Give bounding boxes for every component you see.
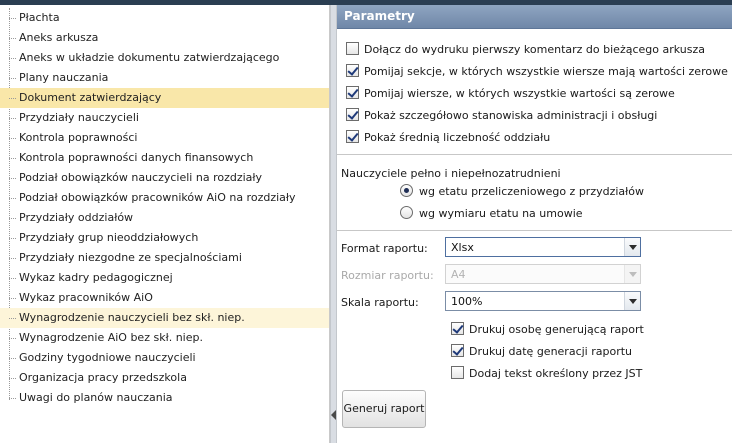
radio-icon[interactable] (400, 206, 413, 219)
parameters-panel: Parametry Dołącz do wydruku pierwszy kom… (337, 5, 732, 443)
teachers-section-label: Nauczyciele pełno i niepełnozatrudnieni (341, 167, 561, 180)
tree-item-dokument-zatwierdzajacy[interactable]: Dokument zatwierdzający (0, 88, 329, 108)
checkbox-checked-icon[interactable] (346, 64, 359, 77)
tree-item-plany-nauczania[interactable]: Plany nauczania (0, 68, 329, 88)
tree-item-przydzialy-nauczycieli[interactable]: Przydziały nauczycieli (0, 108, 329, 128)
checkbox-checked-icon[interactable] (451, 322, 464, 335)
radio-selected-icon[interactable] (400, 184, 413, 197)
parameters-header: Parametry (337, 5, 732, 29)
size-value: A4 (451, 268, 466, 281)
checkbox-icon[interactable] (451, 366, 464, 379)
radio-wymiar-etatu[interactable]: wg wymiaru etatu na umowie (400, 206, 583, 224)
radio-etat-przeliczeniowy[interactable]: wg etatu przeliczeniowego z przydziałów (400, 184, 644, 202)
tree-item-organizacja-przedszkola[interactable]: Organizacja pracy przedszkola (0, 368, 329, 388)
format-select[interactable]: Xlsx (445, 237, 641, 257)
tree-item-kontrola-finansowa[interactable]: Kontrola poprawności danych finansowych (0, 148, 329, 168)
tree-item-kontrola-poprawnosci[interactable]: Kontrola poprawności (0, 128, 329, 148)
tree-item-plachta[interactable]: Płachta (0, 8, 329, 28)
tree-item-aneks-uklad[interactable]: Aneks w układzie dokumentu zatwierdzając… (0, 48, 329, 68)
size-select: A4 (445, 264, 641, 284)
collapse-arrow-icon[interactable] (331, 410, 336, 420)
tree-item-wynagrodzenie-aio[interactable]: Wynagrodzenie AiO bez skł. niep. (0, 328, 329, 348)
tree-item-uwagi-plany[interactable]: Uwagi do planów nauczania (0, 388, 329, 408)
checkbox-icon[interactable] (346, 42, 359, 55)
tree-item-aneks-arkusza[interactable]: Aneks arkusza (0, 28, 329, 48)
chevron-down-icon[interactable] (624, 238, 640, 256)
option-show-admin-positions[interactable]: Pokaż szczegółowo stanowiska administrac… (346, 108, 657, 126)
report-tree: Płachta Aneks arkusza Aneks w układzie d… (0, 8, 329, 408)
generate-report-button[interactable]: Generuj raport (342, 390, 426, 428)
panel-splitter[interactable] (330, 5, 337, 443)
checkbox-checked-icon[interactable] (451, 344, 464, 357)
tree-item-przydzialy-grup[interactable]: Przydziały grup nieoddziałowych (0, 228, 329, 248)
option-skip-zero-rows[interactable]: Pomijaj wiersze, w których wszystkie war… (346, 86, 675, 104)
format-value: Xlsx (451, 241, 474, 254)
format-label: Format raportu: (341, 242, 428, 255)
parameters-title: Parametry (344, 9, 415, 23)
option-print-date[interactable]: Drukuj datę generacji raportu (451, 344, 632, 362)
section-divider (337, 230, 732, 231)
tree-item-godziny-tygodniowe[interactable]: Godziny tygodniowe nauczycieli (0, 348, 329, 368)
section-divider (337, 154, 732, 155)
scale-value: 100% (451, 295, 483, 308)
option-add-jst-text[interactable]: Dodaj tekst określony przez JST (451, 366, 642, 384)
size-label: Rozmiar raportu: (341, 269, 434, 282)
scale-select[interactable]: 100% (445, 291, 641, 311)
option-show-average-class-size[interactable]: Pokaż średnią liczebność oddziału (346, 130, 550, 148)
option-skip-zero-sections[interactable]: Pomijaj sekcje, w których wszystkie wier… (346, 64, 728, 82)
checkbox-checked-icon[interactable] (346, 130, 359, 143)
chevron-down-icon[interactable] (624, 292, 640, 310)
tree-item-podzial-aio[interactable]: Podział obowiązków pracowników AiO na ro… (0, 188, 329, 208)
checkbox-checked-icon[interactable] (346, 86, 359, 99)
option-print-author[interactable]: Drukuj osobę generującą raport (451, 322, 644, 340)
tree-item-przydzialy-oddzialow[interactable]: Przydziały oddziałów (0, 208, 329, 228)
tree-item-przydzialy-niezgodne[interactable]: Przydziały niezgodne ze specjalnościami (0, 248, 329, 268)
option-include-comment[interactable]: Dołącz do wydruku pierwszy komentarz do … (346, 42, 705, 60)
report-tree-panel: Płachta Aneks arkusza Aneks w układzie d… (0, 5, 330, 443)
chevron-down-icon (624, 265, 640, 283)
tree-item-wynagrodzenie-nauczycieli[interactable]: Wynagrodzenie nauczycieli bez skł. niep. (0, 308, 329, 328)
scale-label: Skala raportu: (341, 296, 419, 309)
tree-item-podzial-nauczycieli[interactable]: Podział obowiązków nauczycieli na rozdzi… (0, 168, 329, 188)
checkbox-checked-icon[interactable] (346, 108, 359, 121)
tree-item-wykaz-aio[interactable]: Wykaz pracowników AiO (0, 288, 329, 308)
tree-item-wykaz-kadry[interactable]: Wykaz kadry pedagogicznej (0, 268, 329, 288)
